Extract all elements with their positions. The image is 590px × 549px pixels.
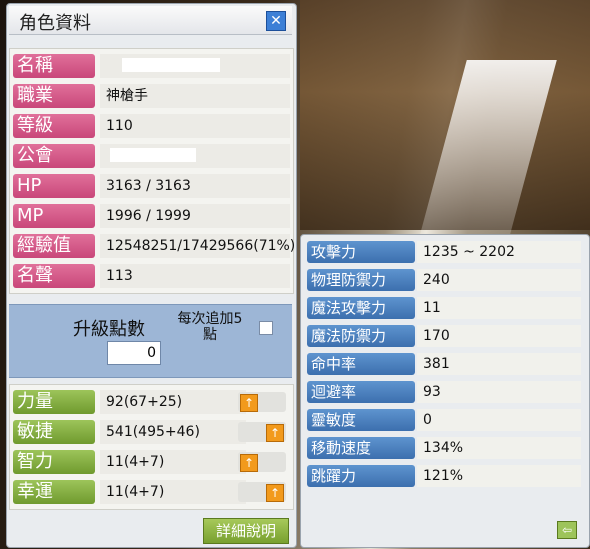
name-label: 名稱: [13, 54, 95, 78]
detail-stats-window: 攻擊力 1235 ~ 2202 物理防禦力 240 魔法攻擊力 11 魔法防禦力…: [300, 234, 590, 548]
window-title: 角色資料: [19, 13, 91, 34]
exp-label: 經驗值: [13, 234, 95, 258]
dex-up-arrow-icon[interactable]: ↑: [266, 424, 284, 442]
avoidability-value: 93: [417, 381, 581, 403]
int-label: 智力: [13, 450, 95, 474]
close-icon[interactable]: ✕: [266, 11, 286, 31]
speed-label: 移動速度: [307, 437, 415, 459]
basic-info-box: 名稱 職業 神槍手 等級 110 公會 HP 3163 / 3163 MP 19…: [9, 48, 295, 294]
luk-up-arrow-icon[interactable]: ↑: [266, 484, 284, 502]
dex-value: 541(495+46): [100, 420, 246, 444]
speed-value: 134%: [417, 437, 581, 459]
fame-label: 名聲: [13, 264, 95, 288]
name-redaction: [122, 58, 220, 72]
ability-points-section: 升級點數 0 每次追加5點: [9, 304, 292, 378]
jump-label: 跳躍力: [307, 465, 415, 487]
stats-box: 力量 92(67+25) ↑ 敏捷 541(495+46) ↑ 智力 11(4+…: [9, 384, 294, 510]
hands-label: 靈敏度: [307, 409, 415, 431]
title-bar[interactable]: 角色資料 ✕: [9, 6, 292, 35]
accuracy-label: 命中率: [307, 353, 415, 375]
physical-defense-value: 240: [417, 269, 581, 291]
auto-assign-checkbox[interactable]: [259, 321, 273, 335]
int-up-arrow-icon[interactable]: ↑: [240, 454, 258, 472]
str-label: 力量: [13, 390, 95, 414]
auto-assign-label: 每次追加5點: [177, 311, 243, 343]
guild-redaction: [110, 148, 196, 162]
character-info-window: 角色資料 ✕ 名稱 職業 神槍手 等級 110 公會 HP 3163 / 316…: [6, 3, 297, 548]
magic-defense-label: 魔法防禦力: [307, 325, 415, 347]
avoidability-label: 迴避率: [307, 381, 415, 403]
level-value: 110: [100, 114, 290, 138]
physical-defense-label: 物理防禦力: [307, 269, 415, 291]
job-label: 職業: [13, 84, 95, 108]
hp-label: HP: [13, 174, 95, 198]
attack-label: 攻擊力: [307, 241, 415, 263]
ability-points-label: 升級點數: [73, 319, 145, 340]
ability-points-value: 0: [107, 341, 161, 365]
luk-label: 幸運: [13, 480, 95, 504]
dex-label: 敏捷: [13, 420, 95, 444]
magic-attack-value: 11: [417, 297, 581, 319]
jump-value: 121%: [417, 465, 581, 487]
attack-value: 1235 ~ 2202: [417, 241, 581, 263]
hands-value: 0: [417, 409, 581, 431]
exp-value: 12548251/17429566(71%): [100, 234, 295, 258]
str-up-arrow-icon[interactable]: ↑: [240, 394, 258, 412]
int-value: 11(4+7): [100, 450, 246, 474]
back-arrow-icon[interactable]: ⇦: [557, 521, 577, 539]
detail-button-label: 詳細說明: [215, 522, 276, 540]
magic-attack-label: 魔法攻擊力: [307, 297, 415, 319]
magic-defense-value: 170: [417, 325, 581, 347]
str-value: 92(67+25): [100, 390, 246, 414]
hp-value: 3163 / 3163: [100, 174, 290, 198]
level-label: 等級: [13, 114, 95, 138]
job-value: 神槍手: [100, 84, 290, 108]
mp-value: 1996 / 1999: [100, 204, 290, 228]
accuracy-value: 381: [417, 353, 581, 375]
luk-value: 11(4+7): [100, 480, 246, 504]
fame-value: 113: [100, 264, 290, 288]
detail-button[interactable]: 詳細說明: [203, 518, 289, 544]
mp-label: MP: [13, 204, 95, 228]
guild-label: 公會: [13, 144, 95, 168]
